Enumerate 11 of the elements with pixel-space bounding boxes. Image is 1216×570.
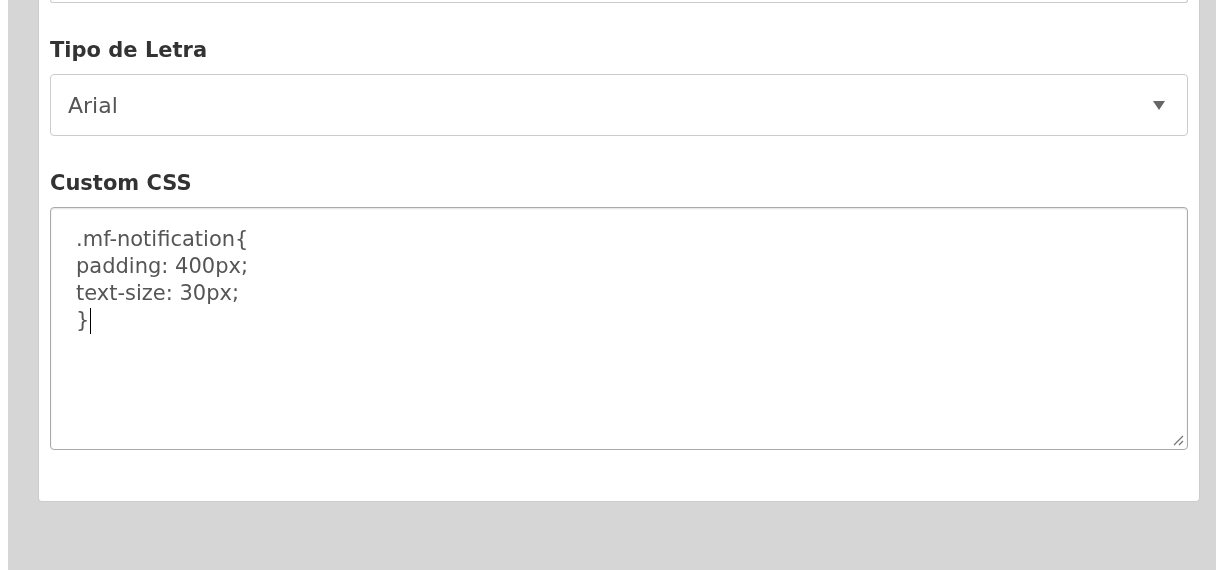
code-line: text-size: 30px;: [76, 280, 240, 307]
dropdown-caret-icon: [1153, 100, 1165, 110]
input-field[interactable]: [50, 0, 1188, 3]
resize-grip-icon: [1173, 435, 1184, 446]
code-line: .mf-notification{: [76, 226, 249, 253]
css-textarea[interactable]: .mf-notification{ padding: 400px; text-size: 30px; }: [50, 207, 1188, 450]
code-line: }: [76, 307, 90, 334]
field-label: Tipo de Letra: [50, 38, 209, 62]
code-line: padding: 400px;: [76, 253, 248, 280]
field-label: Custom CSS: [50, 171, 193, 195]
font-select[interactable]: Arial: [50, 74, 1188, 136]
